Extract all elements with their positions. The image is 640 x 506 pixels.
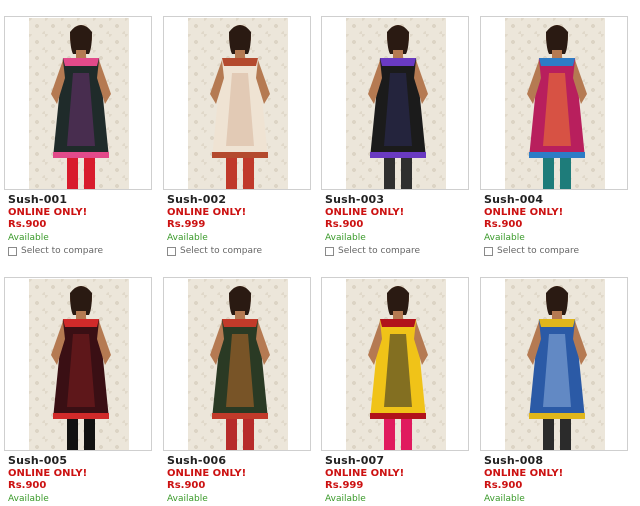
product-price: Rs.999 — [325, 480, 364, 491]
availability-status: Available — [8, 233, 49, 243]
availability-status: Available — [325, 494, 366, 504]
product-photo[interactable] — [346, 279, 446, 450]
model-silhouette — [527, 286, 587, 450]
availability-status: Available — [167, 233, 208, 243]
product-photo[interactable] — [29, 279, 129, 450]
product-photo[interactable] — [188, 279, 288, 450]
online-only-label: ONLINE ONLY! — [484, 468, 564, 479]
product-photo[interactable] — [188, 18, 288, 189]
product-photo[interactable] — [29, 18, 129, 189]
availability-status: Available — [484, 494, 525, 504]
compare-label[interactable]: Select to compare — [180, 246, 262, 256]
product-code[interactable]: Sush-003 — [325, 193, 384, 206]
compare-label[interactable]: Select to compare — [497, 246, 579, 256]
product-photo[interactable] — [505, 279, 605, 450]
model-silhouette — [210, 25, 270, 189]
availability-status: Available — [484, 233, 525, 243]
product-code[interactable]: Sush-002 — [167, 193, 226, 206]
model-silhouette — [51, 286, 111, 450]
product-price: Rs.900 — [167, 480, 206, 491]
product-price: Rs.999 — [167, 219, 206, 230]
product-photo[interactable] — [505, 18, 605, 189]
product-grid: Sush-001 ONLINE ONLY! Rs.900 Available S… — [0, 0, 640, 506]
product-price: Rs.900 — [484, 480, 523, 491]
online-only-label: ONLINE ONLY! — [8, 468, 88, 479]
compare-checkbox[interactable] — [167, 247, 176, 256]
product-thumbnail[interactable] — [321, 16, 469, 190]
model-silhouette — [368, 25, 428, 189]
product-code[interactable]: Sush-005 — [8, 454, 67, 467]
availability-status: Available — [325, 233, 366, 243]
product-price: Rs.900 — [8, 480, 47, 491]
online-only-label: ONLINE ONLY! — [167, 468, 247, 479]
availability-status: Available — [8, 494, 49, 504]
online-only-label: ONLINE ONLY! — [484, 207, 564, 218]
model-silhouette — [210, 286, 270, 450]
product-price: Rs.900 — [8, 219, 47, 230]
product-code[interactable]: Sush-006 — [167, 454, 226, 467]
product-thumbnail[interactable] — [480, 16, 628, 190]
availability-status: Available — [167, 494, 208, 504]
online-only-label: ONLINE ONLY! — [167, 207, 247, 218]
product-price: Rs.900 — [325, 219, 364, 230]
online-only-label: ONLINE ONLY! — [325, 207, 405, 218]
compare-checkbox[interactable] — [325, 247, 334, 256]
online-only-label: ONLINE ONLY! — [8, 207, 88, 218]
product-thumbnail[interactable] — [480, 277, 628, 451]
product-code[interactable]: Sush-008 — [484, 454, 543, 467]
model-silhouette — [51, 25, 111, 189]
product-thumbnail[interactable] — [163, 277, 311, 451]
product-thumbnail[interactable] — [163, 16, 311, 190]
product-code[interactable]: Sush-007 — [325, 454, 384, 467]
product-thumbnail[interactable] — [321, 277, 469, 451]
compare-checkbox[interactable] — [484, 247, 493, 256]
compare-label[interactable]: Select to compare — [338, 246, 420, 256]
model-silhouette — [527, 25, 587, 189]
compare-checkbox[interactable] — [8, 247, 17, 256]
product-thumbnail[interactable] — [4, 277, 152, 451]
product-code[interactable]: Sush-004 — [484, 193, 543, 206]
product-photo[interactable] — [346, 18, 446, 189]
model-silhouette — [368, 286, 428, 450]
product-price: Rs.900 — [484, 219, 523, 230]
compare-label[interactable]: Select to compare — [21, 246, 103, 256]
product-code[interactable]: Sush-001 — [8, 193, 67, 206]
product-thumbnail[interactable] — [4, 16, 152, 190]
online-only-label: ONLINE ONLY! — [325, 468, 405, 479]
